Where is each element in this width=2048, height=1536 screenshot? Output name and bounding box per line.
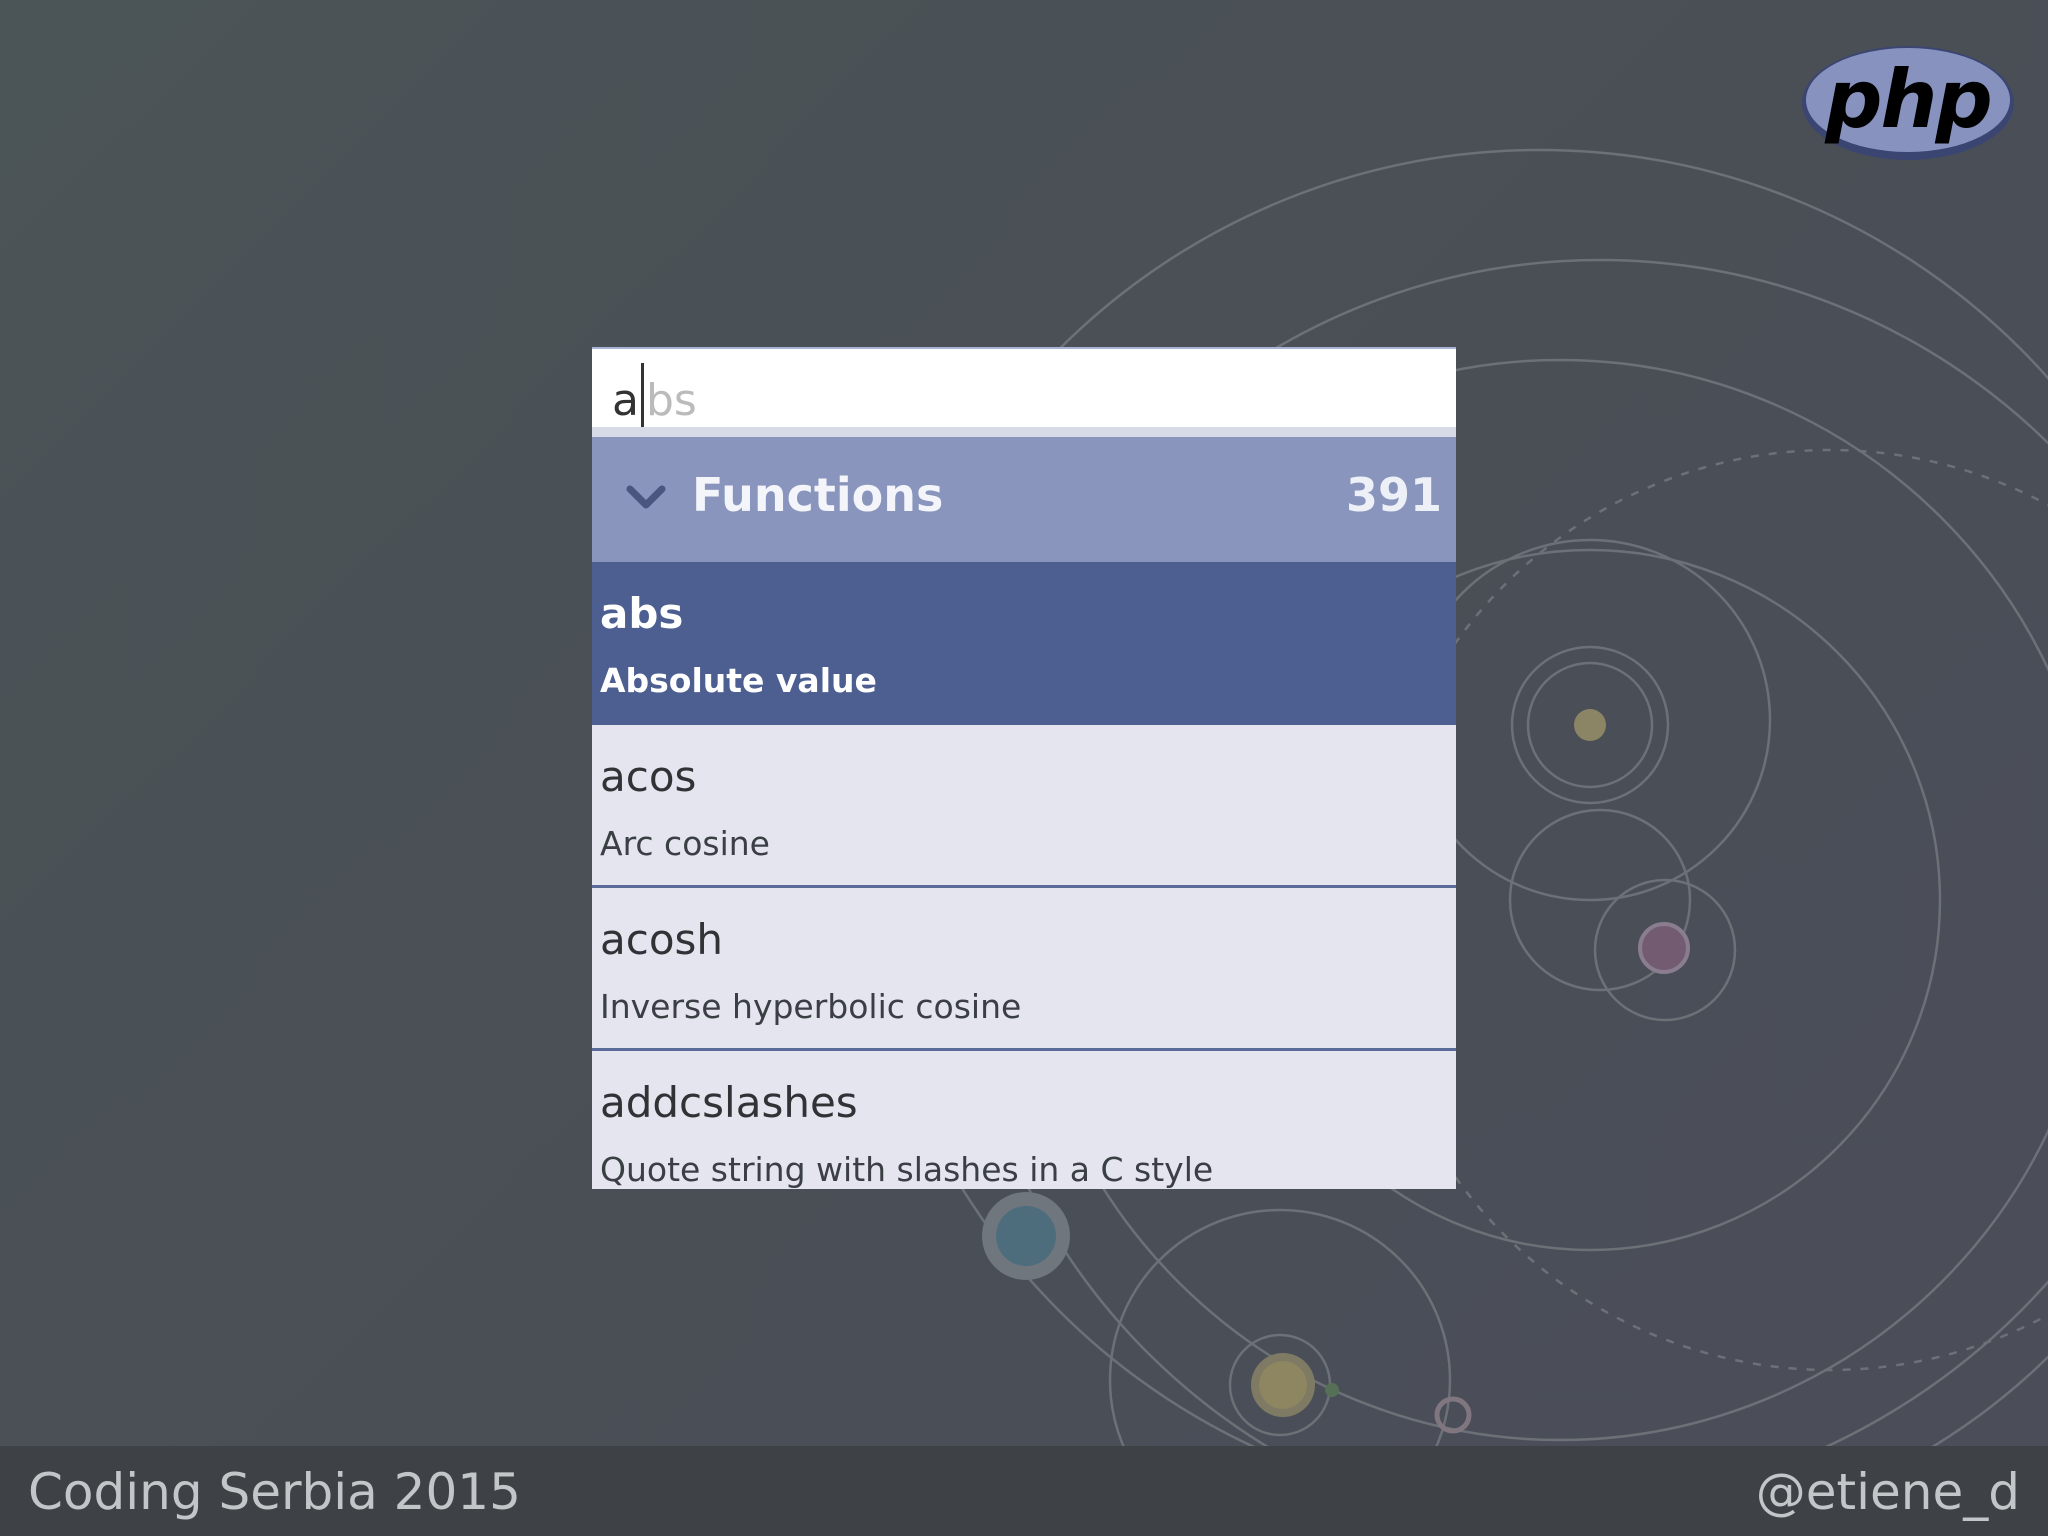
footer-author-handle: @etiene_d (1755, 1463, 2020, 1521)
search-text: a bs (612, 363, 697, 427)
php-logo: php (1800, 44, 2016, 162)
footer-event-name: Coding Serbia 2015 (28, 1463, 521, 1521)
result-name: acos (600, 752, 697, 801)
search-typed-text: a (612, 375, 639, 426)
footer-bar: Coding Serbia 2015 @etiene_d (0, 1446, 2048, 1536)
search-autocomplete-hint: bs (645, 375, 697, 426)
search-panel: a bs Functions 391 abs Absolute value aco… (592, 347, 1456, 1189)
result-description: Arc cosine (600, 824, 770, 863)
result-item-addcslashes[interactable]: addcslashes Quote string with slashes in… (592, 1051, 1456, 1189)
group-count-badge: 391 (1345, 468, 1442, 522)
result-description: Quote string with slashes in a C style (600, 1150, 1214, 1189)
divider (592, 427, 1456, 437)
result-name: abs (600, 589, 684, 638)
result-description: Inverse hyperbolic cosine (600, 987, 1022, 1026)
group-title: Functions (692, 468, 944, 522)
result-description: Absolute value (600, 661, 877, 700)
result-name: acosh (600, 915, 724, 964)
text-caret (640, 363, 644, 427)
chevron-down-icon[interactable] (622, 473, 670, 521)
search-input[interactable]: a bs (592, 347, 1456, 427)
result-item-acosh[interactable]: acosh Inverse hyperbolic cosine (592, 888, 1456, 1051)
result-name: addcslashes (600, 1078, 858, 1127)
result-item-acos[interactable]: acos Arc cosine (592, 725, 1456, 888)
result-item-abs[interactable]: abs Absolute value (592, 562, 1456, 725)
functions-group-header[interactable]: Functions 391 (592, 437, 1456, 562)
